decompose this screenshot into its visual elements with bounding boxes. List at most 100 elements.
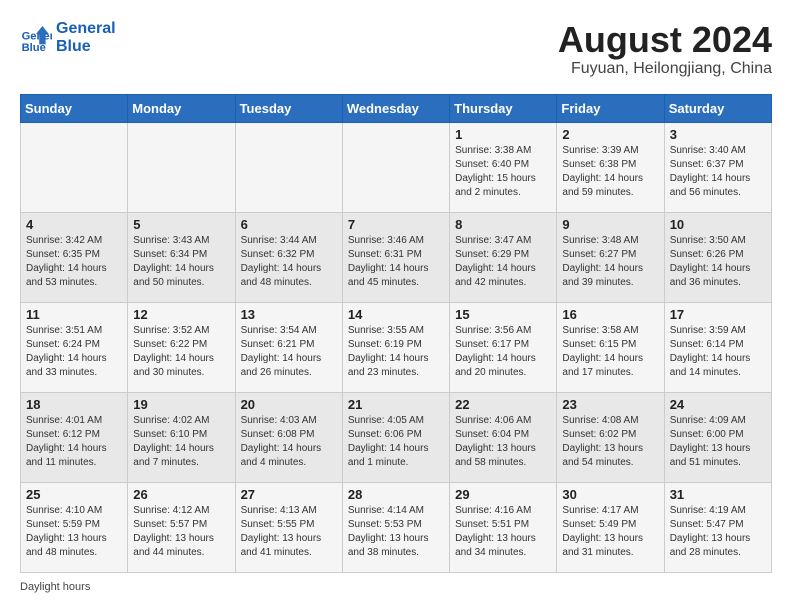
calendar-cell: 23Sunrise: 4:08 AM Sunset: 6:02 PM Dayli… xyxy=(557,392,664,482)
calendar-cell xyxy=(342,122,449,212)
day-info: Sunrise: 3:54 AM Sunset: 6:21 PM Dayligh… xyxy=(241,324,337,380)
day-number: 3 xyxy=(670,127,766,142)
calendar-cell xyxy=(235,122,342,212)
day-info: Sunrise: 3:56 AM Sunset: 6:17 PM Dayligh… xyxy=(455,324,551,380)
day-info: Sunrise: 4:13 AM Sunset: 5:55 PM Dayligh… xyxy=(241,504,337,560)
logo: General Blue General Blue xyxy=(20,20,116,56)
day-info: Sunrise: 3:51 AM Sunset: 6:24 PM Dayligh… xyxy=(26,324,122,380)
location-subtitle: Fuyuan, Heilongjiang, China xyxy=(558,60,772,78)
day-info: Sunrise: 3:58 AM Sunset: 6:15 PM Dayligh… xyxy=(562,324,658,380)
day-number: 30 xyxy=(562,487,658,502)
calendar-cell: 25Sunrise: 4:10 AM Sunset: 5:59 PM Dayli… xyxy=(21,482,128,572)
calendar-week-row: 1 Sunrise: 3:38 AM Sunset: 6:40 PM Daylig… xyxy=(21,122,772,212)
calendar-cell: 21 Sunrise: 4:05 AM Sunset: 6:06 PM Dayli… xyxy=(342,392,449,482)
calendar-cell: 14 Sunrise: 3:55 AM Sunset: 6:19 PM Dayli… xyxy=(342,302,449,392)
calendar-cell: 16 Sunrise: 3:58 AM Sunset: 6:15 PM Dayli… xyxy=(557,302,664,392)
logo-icon: General Blue xyxy=(20,22,52,54)
calendar-cell: 8 Sunrise: 3:47 AM Sunset: 6:29 PM Daylig… xyxy=(450,212,557,302)
calendar-cell: 31 Sunrise: 4:19 AM Sunset: 5:47 PM Dayli… xyxy=(664,482,771,572)
day-number: 28 xyxy=(348,487,444,502)
calendar-cell: 29 Sunrise: 4:16 AM Sunset: 5:51 PM Dayli… xyxy=(450,482,557,572)
day-info: Sunrise: 4:01 AM Sunset: 6:12 PM Dayligh… xyxy=(26,414,122,470)
day-number: 10 xyxy=(670,217,766,232)
calendar-cell: 17 Sunrise: 3:59 AM Sunset: 6:14 PM Dayli… xyxy=(664,302,771,392)
calendar-cell: 5 Sunrise: 3:43 AM Sunset: 6:34 PM Daylig… xyxy=(128,212,235,302)
calendar-cell: 19 Sunrise: 4:02 AM Sunset: 6:10 PM Dayli… xyxy=(128,392,235,482)
day-info: Sunrise: 4:05 AM Sunset: 6:06 PM Dayligh… xyxy=(348,414,444,470)
day-number: 31 xyxy=(670,487,766,502)
day-number: 12 xyxy=(133,307,229,322)
calendar-cell: 30 Sunrise: 4:17 AM Sunset: 5:49 PM Dayli… xyxy=(557,482,664,572)
day-info: Sunrise: 4:19 AM Sunset: 5:47 PM Dayligh… xyxy=(670,504,766,560)
calendar-cell: 18 Sunrise: 4:01 AM Sunset: 6:12 PM Dayli… xyxy=(21,392,128,482)
calendar-cell: 20 Sunrise: 4:03 AM Sunset: 6:08 PM Dayli… xyxy=(235,392,342,482)
day-info: Sunrise: 3:43 AM Sunset: 6:34 PM Dayligh… xyxy=(133,234,229,290)
day-number: 4 xyxy=(26,217,122,232)
day-number: 25 xyxy=(26,487,122,502)
day-info: Sunrise: 3:48 AM Sunset: 6:27 PM Dayligh… xyxy=(562,234,658,290)
calendar-cell: 13Sunrise: 3:54 AM Sunset: 6:21 PM Dayli… xyxy=(235,302,342,392)
day-number: 26 xyxy=(133,487,229,502)
title-block: August 2024 Fuyuan, Heilongjiang, China xyxy=(558,20,772,78)
day-info: Sunrise: 4:16 AM Sunset: 5:51 PM Dayligh… xyxy=(455,504,551,560)
month-year-title: August 2024 xyxy=(558,20,772,60)
day-number: 19 xyxy=(133,397,229,412)
day-number: 22 xyxy=(455,397,551,412)
day-number: 15 xyxy=(455,307,551,322)
logo-line1: General xyxy=(56,20,116,38)
day-number: 17 xyxy=(670,307,766,322)
calendar-cell: 4 Sunrise: 3:42 AM Sunset: 6:35 PM Daylig… xyxy=(21,212,128,302)
day-info: Sunrise: 3:40 AM Sunset: 6:37 PM Dayligh… xyxy=(670,144,766,200)
day-number: 5 xyxy=(133,217,229,232)
day-info: Sunrise: 3:59 AM Sunset: 6:14 PM Dayligh… xyxy=(670,324,766,380)
daylight-note: Daylight hours xyxy=(20,581,772,593)
day-info: Sunrise: 4:03 AM Sunset: 6:08 PM Dayligh… xyxy=(241,414,337,470)
day-number: 21 xyxy=(348,397,444,412)
day-number: 20 xyxy=(241,397,337,412)
calendar-cell: 12 Sunrise: 3:52 AM Sunset: 6:22 PM Dayli… xyxy=(128,302,235,392)
day-number: 23 xyxy=(562,397,658,412)
calendar-cell: 28Sunrise: 4:14 AM Sunset: 5:53 PM Dayli… xyxy=(342,482,449,572)
calendar-cell xyxy=(21,122,128,212)
calendar-cell: 10Sunrise: 3:50 AM Sunset: 6:26 PM Dayli… xyxy=(664,212,771,302)
calendar-cell xyxy=(128,122,235,212)
day-info: Sunrise: 3:38 AM Sunset: 6:40 PM Dayligh… xyxy=(455,144,551,200)
logo-line2: Blue xyxy=(56,38,116,56)
day-info: Sunrise: 4:12 AM Sunset: 5:57 PM Dayligh… xyxy=(133,504,229,560)
day-number: 29 xyxy=(455,487,551,502)
day-number: 6 xyxy=(241,217,337,232)
calendar-week-row: 25Sunrise: 4:10 AM Sunset: 5:59 PM Dayli… xyxy=(21,482,772,572)
day-info: Sunrise: 4:02 AM Sunset: 6:10 PM Dayligh… xyxy=(133,414,229,470)
day-number: 2 xyxy=(562,127,658,142)
calendar-week-row: 11 Sunrise: 3:51 AM Sunset: 6:24 PM Dayli… xyxy=(21,302,772,392)
calendar-cell: 1 Sunrise: 3:38 AM Sunset: 6:40 PM Daylig… xyxy=(450,122,557,212)
day-info: Sunrise: 3:52 AM Sunset: 6:22 PM Dayligh… xyxy=(133,324,229,380)
day-of-week-header: Tuesday xyxy=(235,94,342,122)
day-info: Sunrise: 3:44 AM Sunset: 6:32 PM Dayligh… xyxy=(241,234,337,290)
calendar-cell: 3 Sunrise: 3:40 AM Sunset: 6:37 PM Daylig… xyxy=(664,122,771,212)
day-number: 18 xyxy=(26,397,122,412)
day-number: 14 xyxy=(348,307,444,322)
day-number: 11 xyxy=(26,307,122,322)
day-of-week-header: Saturday xyxy=(664,94,771,122)
day-number: 8 xyxy=(455,217,551,232)
day-number: 7 xyxy=(348,217,444,232)
day-of-week-header: Monday xyxy=(128,94,235,122)
page-header: General Blue General Blue August 2024 Fu… xyxy=(20,20,772,78)
day-info: Sunrise: 3:47 AM Sunset: 6:29 PM Dayligh… xyxy=(455,234,551,290)
logo-text-block: General Blue xyxy=(56,20,116,56)
day-of-week-header: Sunday xyxy=(21,94,128,122)
day-info: Sunrise: 4:09 AM Sunset: 6:00 PM Dayligh… xyxy=(670,414,766,470)
calendar-cell: 15 Sunrise: 3:56 AM Sunset: 6:17 PM Dayli… xyxy=(450,302,557,392)
calendar-cell: 2Sunrise: 3:39 AM Sunset: 6:38 PM Daylig… xyxy=(557,122,664,212)
calendar-cell: 6 Sunrise: 3:44 AM Sunset: 6:32 PM Daylig… xyxy=(235,212,342,302)
day-info: Sunrise: 4:17 AM Sunset: 5:49 PM Dayligh… xyxy=(562,504,658,560)
day-info: Sunrise: 3:42 AM Sunset: 6:35 PM Dayligh… xyxy=(26,234,122,290)
calendar-week-row: 4 Sunrise: 3:42 AM Sunset: 6:35 PM Daylig… xyxy=(21,212,772,302)
day-info: Sunrise: 3:46 AM Sunset: 6:31 PM Dayligh… xyxy=(348,234,444,290)
day-number: 1 xyxy=(455,127,551,142)
day-number: 16 xyxy=(562,307,658,322)
calendar-cell: 22Sunrise: 4:06 AM Sunset: 6:04 PM Dayli… xyxy=(450,392,557,482)
calendar-cell: 7 Sunrise: 3:46 AM Sunset: 6:31 PM Daylig… xyxy=(342,212,449,302)
day-info: Sunrise: 3:55 AM Sunset: 6:19 PM Dayligh… xyxy=(348,324,444,380)
